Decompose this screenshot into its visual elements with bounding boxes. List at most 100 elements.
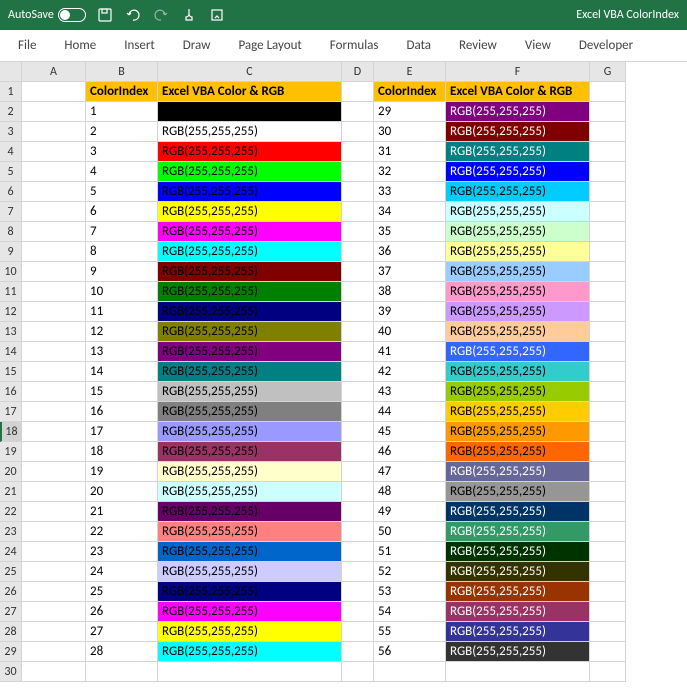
cell[interactable]	[22, 302, 86, 322]
cell[interactable]	[590, 502, 626, 522]
cell[interactable]	[590, 162, 626, 182]
cell-colorindex[interactable]: 3	[86, 142, 158, 162]
cell[interactable]	[22, 622, 86, 642]
cell[interactable]	[22, 82, 86, 102]
cell-colorindex[interactable]: 39	[374, 302, 446, 322]
cell-color-swatch[interactable]: RGB(255,255,255)	[158, 402, 342, 422]
cell-colorindex[interactable]: 18	[86, 442, 158, 462]
tab-formulas[interactable]: Formulas	[316, 32, 393, 59]
row-header[interactable]: 25	[0, 562, 22, 582]
cell-colorindex[interactable]: 22	[86, 522, 158, 542]
cell-colorindex[interactable]: 52	[374, 562, 446, 582]
cell[interactable]	[590, 362, 626, 382]
cell-colorindex[interactable]: 48	[374, 482, 446, 502]
cell-color-swatch[interactable]: RGB(255,255,255)	[446, 122, 590, 142]
cell[interactable]	[22, 382, 86, 402]
cell-color-swatch[interactable]: RGB(255,255,255)	[158, 322, 342, 342]
undo-icon[interactable]	[124, 6, 142, 24]
cell[interactable]	[342, 642, 374, 662]
cell-colorindex[interactable]: 56	[374, 642, 446, 662]
cell[interactable]	[22, 562, 86, 582]
cell-color-swatch[interactable]: RGB(255,255,255)	[158, 542, 342, 562]
cell-color-swatch[interactable]: RGB(255,255,255)	[446, 342, 590, 362]
select-all-corner[interactable]	[0, 62, 22, 82]
cell[interactable]	[590, 462, 626, 482]
row-header[interactable]: 9	[0, 242, 22, 262]
cell[interactable]	[342, 622, 374, 642]
cell-colorindex[interactable]: 6	[86, 202, 158, 222]
cell-colorindex[interactable]	[374, 662, 446, 682]
cell-color-swatch[interactable]: RGB(255,255,255)	[158, 502, 342, 522]
cell-colorindex[interactable]: 15	[86, 382, 158, 402]
cell-color-swatch[interactable]: RGB(255,255,255)	[446, 322, 590, 342]
cell-color-swatch[interactable]: RGB(255,255,255)	[158, 562, 342, 582]
cell[interactable]	[342, 182, 374, 202]
row-header[interactable]: 14	[0, 342, 22, 362]
cell-color-swatch[interactable]: RGB(255,255,255)	[158, 122, 342, 142]
cell[interactable]	[22, 482, 86, 502]
cell-color-swatch[interactable]: RGB(255,255,255)	[158, 582, 342, 602]
row-header[interactable]: 7	[0, 202, 22, 222]
tab-data[interactable]: Data	[393, 32, 446, 59]
row-header[interactable]: 13	[0, 322, 22, 342]
cell-color-swatch[interactable]: RGB(255,255,255)	[446, 262, 590, 282]
cell[interactable]	[342, 662, 374, 682]
cell-color-swatch[interactable]: RGB(255,255,255)	[158, 342, 342, 362]
cell-color-swatch[interactable]: RGB(255,255,255)	[446, 222, 590, 242]
cell[interactable]	[22, 242, 86, 262]
cell[interactable]	[22, 202, 86, 222]
cell-colorindex[interactable]: 45	[374, 422, 446, 442]
cell[interactable]	[590, 402, 626, 422]
cell[interactable]	[342, 502, 374, 522]
cell-colorindex[interactable]: 32	[374, 162, 446, 182]
column-header[interactable]: D	[342, 62, 374, 82]
cell[interactable]	[590, 342, 626, 362]
cell-colorindex[interactable]: 14	[86, 362, 158, 382]
cell[interactable]	[342, 222, 374, 242]
cell[interactable]	[342, 282, 374, 302]
cell-color-swatch[interactable]: RGB(255,255,255)	[446, 382, 590, 402]
header-rgb[interactable]: Excel VBA Color & RGB	[446, 82, 590, 102]
cell[interactable]	[22, 502, 86, 522]
cell[interactable]	[342, 302, 374, 322]
cell-colorindex[interactable]: 38	[374, 282, 446, 302]
cell-color-swatch[interactable]: RGB(255,255,255)	[446, 562, 590, 582]
cell[interactable]	[590, 562, 626, 582]
cell-colorindex[interactable]: 29	[374, 102, 446, 122]
cell-color-swatch[interactable]: RGB(255,255,255)	[446, 102, 590, 122]
cell-color-swatch[interactable]: RGB(255,255,255)	[158, 242, 342, 262]
cell-colorindex[interactable]: 23	[86, 542, 158, 562]
cell-color-swatch[interactable]: RGB(255,255,255)	[158, 442, 342, 462]
cell-color-swatch[interactable]: RGB(255,255,255)	[158, 282, 342, 302]
cell[interactable]	[590, 142, 626, 162]
cell-color-swatch[interactable]: RGB(255,255,255)	[158, 302, 342, 322]
tab-developer[interactable]: Developer	[565, 32, 647, 59]
cell-colorindex[interactable]: 35	[374, 222, 446, 242]
row-header[interactable]: 5	[0, 162, 22, 182]
row-header[interactable]: 27	[0, 602, 22, 622]
cell[interactable]	[22, 282, 86, 302]
tab-view[interactable]: View	[511, 32, 565, 59]
cell-colorindex[interactable]: 5	[86, 182, 158, 202]
cell-colorindex[interactable]: 9	[86, 262, 158, 282]
cell[interactable]	[22, 542, 86, 562]
cell[interactable]	[342, 542, 374, 562]
cell-color-swatch[interactable]: RGB(255,255,255)	[158, 262, 342, 282]
cell[interactable]	[342, 422, 374, 442]
row-header[interactable]: 28	[0, 622, 22, 642]
cell-colorindex[interactable]: 47	[374, 462, 446, 482]
cell-colorindex[interactable]: 1	[86, 102, 158, 122]
cell[interactable]	[342, 562, 374, 582]
column-header[interactable]: G	[590, 62, 626, 82]
cell[interactable]	[342, 242, 374, 262]
autosave-toggle[interactable]: AutoSave	[8, 8, 86, 22]
cell[interactable]	[22, 642, 86, 662]
cell[interactable]	[590, 122, 626, 142]
header-rgb[interactable]: Excel VBA Color & RGB	[158, 82, 342, 102]
cell-color-swatch[interactable]: RGB(255,255,255)	[158, 142, 342, 162]
cell[interactable]	[342, 102, 374, 122]
cell-color-swatch[interactable]	[446, 662, 590, 682]
cell-colorindex[interactable]: 49	[374, 502, 446, 522]
cell-colorindex[interactable]: 36	[374, 242, 446, 262]
row-header[interactable]: 20	[0, 462, 22, 482]
